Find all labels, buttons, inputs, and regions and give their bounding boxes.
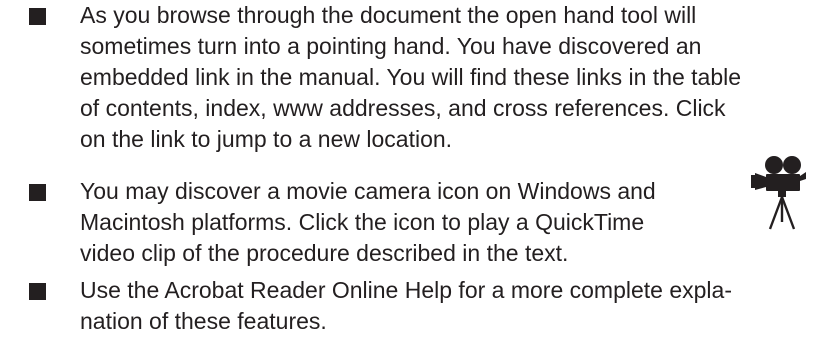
bullet-square-icon bbox=[29, 184, 46, 201]
list-item-text: You may discover a movie camera icon on … bbox=[80, 178, 656, 266]
movie-camera-icon[interactable] bbox=[749, 154, 807, 230]
list-item-text: Use the Acrobat Reader Online Help for a… bbox=[80, 277, 732, 334]
bullet-list: As you browse through the document the o… bbox=[0, 0, 825, 348]
bullet-square-icon bbox=[29, 283, 46, 300]
list-item-text: As you browse through the document the o… bbox=[80, 2, 742, 152]
bullet-square-icon bbox=[29, 8, 46, 25]
